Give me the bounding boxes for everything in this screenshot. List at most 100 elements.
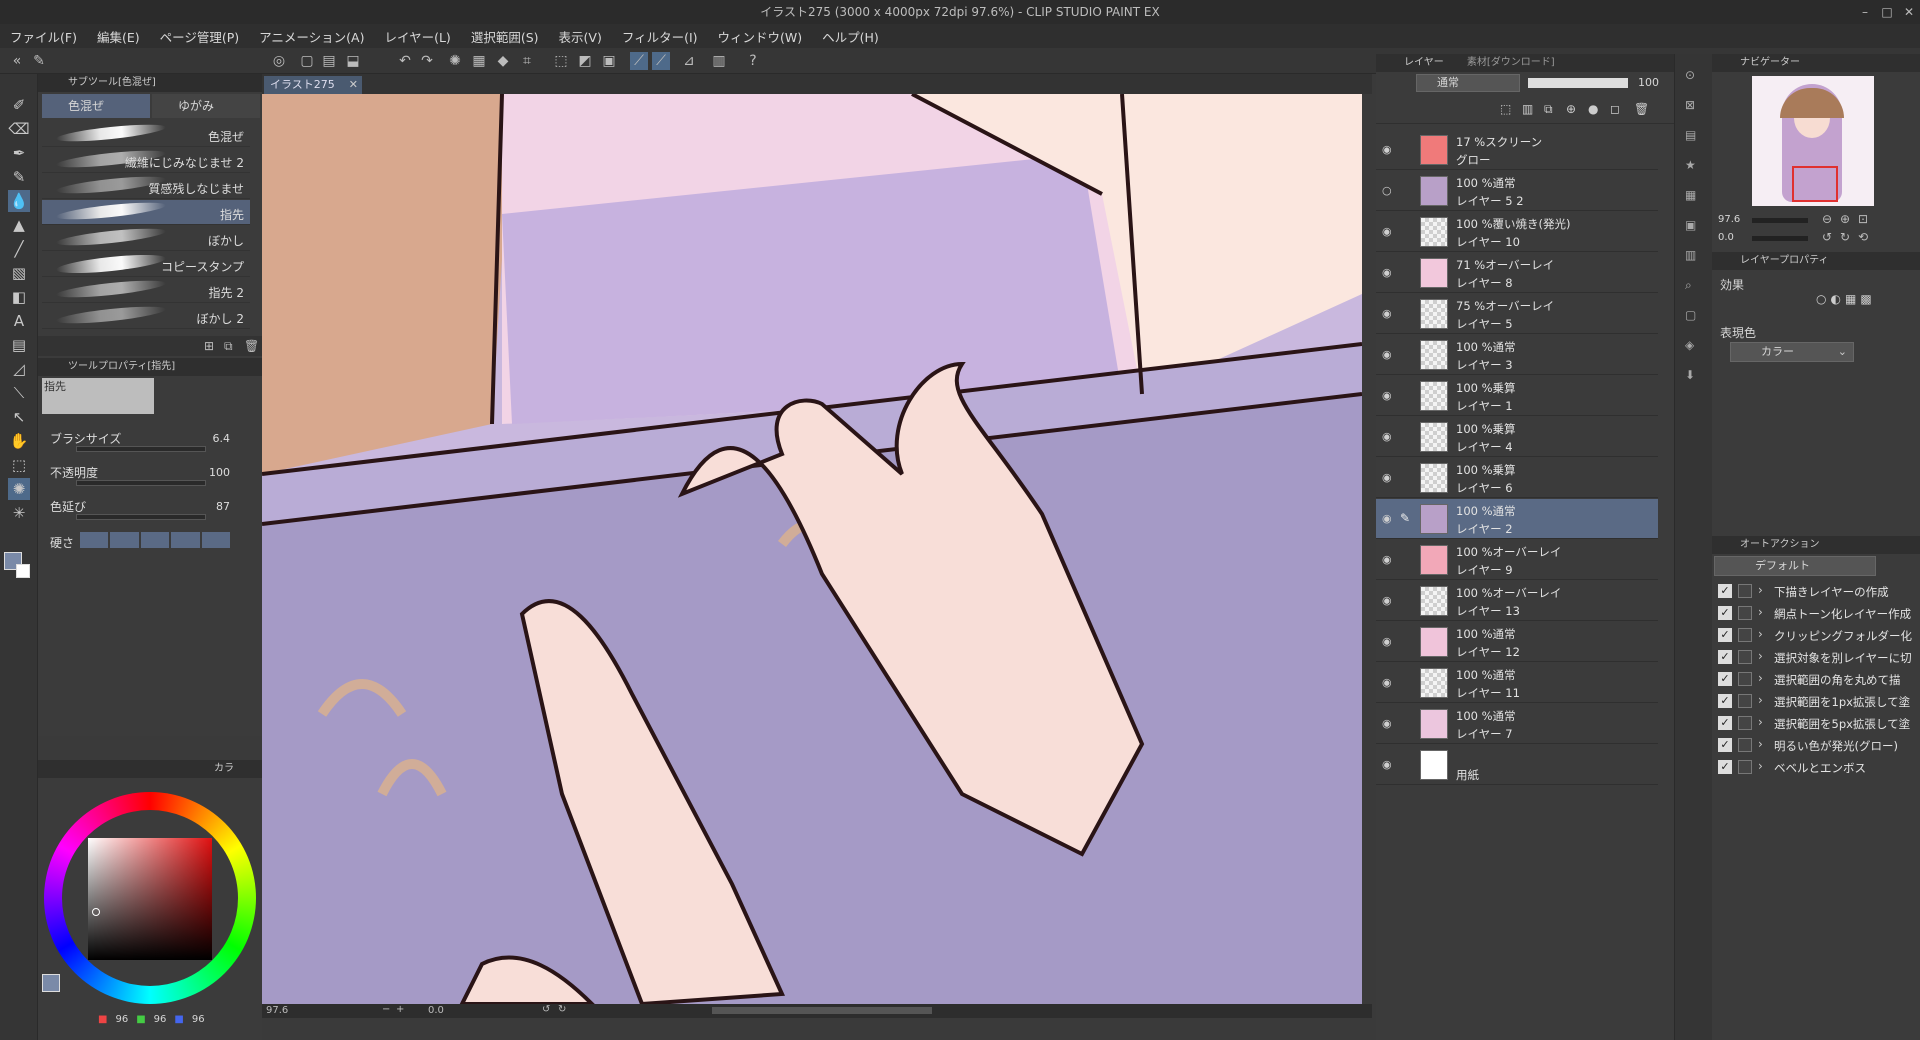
chevron-right-icon[interactable]: › (1758, 737, 1763, 751)
auto-action-item[interactable]: ✓ › 選択範囲の角を丸めて描 (1712, 668, 1920, 690)
undo-icon[interactable]: ↶ (396, 52, 414, 70)
opacity-value[interactable]: 100 (200, 466, 230, 479)
navigator-rotate-slider[interactable] (1752, 236, 1808, 241)
dialog-toggle[interactable] (1738, 716, 1752, 730)
chevron-right-icon[interactable]: › (1758, 649, 1763, 663)
reset-rotate-icon[interactable]: ⟲ (1858, 230, 1868, 244)
brush-item[interactable]: 質感残しなじませ (42, 173, 250, 199)
checkbox[interactable]: ✓ (1718, 716, 1732, 730)
navigator-panel-icon[interactable]: ⊙ (1685, 68, 1695, 82)
materials-icon[interactable]: ▥ (710, 52, 728, 70)
visibility-eye-icon[interactable]: ◉ (1382, 594, 1398, 607)
fit-icon[interactable]: ⊡ (1858, 212, 1868, 226)
layer-opacity-slider[interactable] (1528, 78, 1628, 88)
zoom-in-icon[interactable]: ⊕ (1840, 212, 1850, 226)
extract-line-icon[interactable]: ▦ (1845, 292, 1856, 312)
layer-row-paper[interactable]: ◉ 用紙 (1376, 745, 1658, 785)
navigator-viewport-frame[interactable] (1792, 166, 1838, 202)
chevron-right-icon[interactable]: › (1758, 693, 1763, 707)
layer-row[interactable]: ◉ 100 %乗算 レイヤー 1 (1376, 376, 1658, 416)
tab-layer[interactable]: レイヤー (1404, 57, 1444, 68)
help-icon[interactable]: ? (744, 52, 762, 70)
auto-action-item[interactable]: ✓ › 選択範囲を5px拡張して塗 (1712, 712, 1920, 734)
dialog-toggle[interactable] (1738, 606, 1752, 620)
menu-layer[interactable]: レイヤー(L) (384, 27, 450, 46)
brush-item[interactable]: 指先 2 (42, 277, 250, 303)
visibility-eye-icon[interactable]: ◉ (1382, 307, 1398, 320)
history-panel-icon[interactable]: ▥ (1685, 248, 1696, 262)
navigator-angle-value[interactable]: 0.0 (1718, 232, 1734, 243)
visibility-eye-icon[interactable]: ◉ (1382, 143, 1398, 156)
layers-stack-icon[interactable]: ◈ (1685, 338, 1694, 352)
zoom-out-icon[interactable]: ⊖ (1822, 212, 1832, 226)
brush-item[interactable]: 色混ぜ (42, 121, 250, 147)
document-tab[interactable]: イラスト275 ✕ (264, 76, 362, 94)
new-raster-layer-icon[interactable]: ⬚ (1500, 102, 1511, 116)
layer-row-selected[interactable]: ◉ ✎ 100 %通常 レイヤー 2 (1376, 499, 1658, 539)
operation-icon[interactable]: ↖ (8, 406, 30, 428)
clear-icon[interactable]: ✺ (446, 52, 464, 70)
deselect-icon[interactable]: ⬚ (552, 52, 570, 70)
border-effect-icon[interactable]: ○ (1816, 292, 1826, 312)
rotate-left-icon[interactable]: ↺ (542, 1004, 550, 1015)
menu-page[interactable]: ページ管理(P) (160, 27, 240, 46)
brush-item[interactable]: コピースタンプ (42, 251, 250, 277)
copy-subtool-icon[interactable]: ⧉ (224, 339, 233, 354)
maximize-icon[interactable]: □ (1876, 0, 1898, 24)
sub-color-swatch[interactable] (16, 564, 30, 578)
tab-materials[interactable]: 素材[ダウンロード] (1467, 57, 1555, 68)
chevron-right-icon[interactable]: › (1758, 605, 1763, 619)
gradient-icon[interactable]: ▧ (8, 262, 30, 284)
fill-icon[interactable]: ◆ (494, 52, 512, 70)
dialog-toggle[interactable] (1738, 584, 1752, 598)
rotate-left-icon[interactable]: ↺ (1822, 230, 1832, 244)
canvas-angle-value[interactable]: 0.0 (428, 1005, 444, 1016)
download-icon[interactable]: ⬇ (1685, 368, 1695, 382)
search-panel-icon[interactable]: ⌕ (1685, 278, 1692, 293)
pen-tool-icon[interactable]: ✒ (8, 142, 30, 164)
horizontal-scrollbar[interactable] (712, 1007, 932, 1014)
image-panel-icon[interactable]: ▣ (1685, 218, 1696, 232)
subview-panel-icon[interactable]: ⊠ (1685, 98, 1695, 112)
open-file-icon[interactable]: ▤ (320, 52, 338, 70)
menu-animation[interactable]: アニメーション(A) (259, 27, 364, 46)
mask-icon[interactable]: ● (1588, 102, 1598, 116)
color-stretch-slider[interactable] (76, 514, 206, 520)
checkbox[interactable]: ✓ (1718, 584, 1732, 598)
tab-blend[interactable]: 色混ぜ (42, 94, 150, 118)
snap-special-ruler-icon[interactable]: ⟋ (652, 52, 670, 70)
auto-action-item[interactable]: ✓ › 網点トーン化レイヤー作成 (1712, 602, 1920, 624)
apply-mask-icon[interactable]: ◻ (1610, 102, 1620, 116)
canvas-zoom-value[interactable]: 97.6 (266, 1005, 288, 1016)
airbrush-icon[interactable]: ▲ (8, 214, 30, 236)
checkbox[interactable]: ✓ (1718, 650, 1732, 664)
menu-help[interactable]: ヘルプ(H) (822, 27, 879, 46)
ruler-icon[interactable]: ⟍ (8, 382, 30, 404)
checkbox[interactable]: ✓ (1718, 606, 1732, 620)
dialog-toggle[interactable] (1738, 694, 1752, 708)
navigator-preview[interactable] (1752, 76, 1874, 206)
zoom-in-icon[interactable]: + (396, 1004, 404, 1015)
rotate-right-icon[interactable]: ↻ (558, 1004, 566, 1015)
checkbox[interactable]: ✓ (1718, 694, 1732, 708)
menu-view[interactable]: 表示(V) (559, 27, 602, 46)
lasso-icon[interactable]: ✺ (8, 478, 30, 500)
copy-layer-icon[interactable]: ⧉ (1544, 102, 1553, 117)
checkbox[interactable]: ✓ (1718, 672, 1732, 686)
clear-outside-icon[interactable]: ▦ (470, 52, 488, 70)
minimize-icon[interactable]: – (1854, 0, 1876, 24)
dialog-toggle[interactable] (1738, 650, 1752, 664)
new-folder-icon[interactable]: ▥ (1522, 102, 1533, 116)
hardness-selector[interactable] (80, 532, 231, 548)
auto-action-set-select[interactable]: デフォルト (1714, 556, 1876, 576)
layer-row[interactable]: ◉ 100 %オーバーレイ レイヤー 13 (1376, 581, 1658, 621)
menu-window[interactable]: ウィンドウ(W) (718, 27, 803, 46)
visibility-eye-icon[interactable]: ◉ (1382, 348, 1398, 361)
layer-row[interactable]: ◉ 100 %覆い焼き(発光) レイヤー 10 (1376, 212, 1658, 252)
snap-grid-icon[interactable]: ⊿ (680, 52, 698, 70)
color-tab-label[interactable]: カラ (214, 763, 234, 774)
text-icon[interactable]: A (8, 310, 30, 332)
app-icon[interactable]: ◎ (270, 52, 288, 70)
dialog-toggle[interactable] (1738, 738, 1752, 752)
tone-effect-icon[interactable]: ◐ (1830, 292, 1840, 312)
